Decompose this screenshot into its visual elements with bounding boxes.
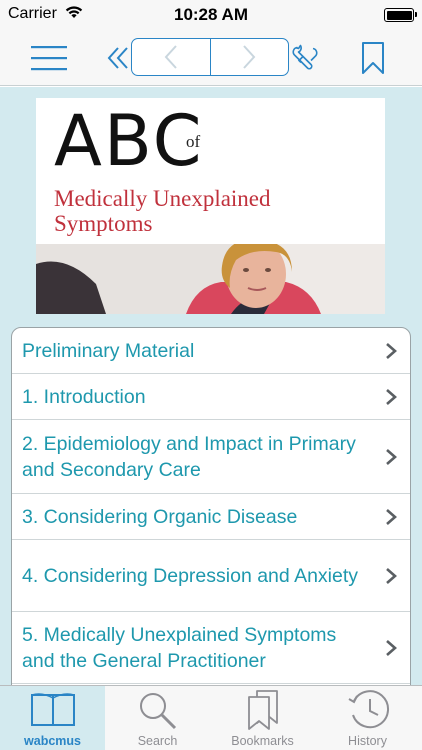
settings-button[interactable] [288, 38, 322, 78]
open-book-icon [0, 689, 105, 731]
wrench-icon [292, 44, 318, 70]
clock-history-icon [315, 689, 420, 731]
chevron-right-icon [386, 388, 397, 405]
chevron-right-icon [386, 448, 397, 465]
book-cover: ABC of Medically Unexplained Symptoms [36, 98, 385, 314]
toc-item-label: 2. Epidemiology and Impact in Primary an… [22, 432, 356, 481]
tab-label: Search [137, 734, 178, 748]
toc-item-label: 1. Introduction [22, 385, 146, 408]
back-to-start-button[interactable] [103, 38, 133, 78]
tab-search[interactable]: Search [105, 686, 210, 750]
top-toolbar [0, 30, 422, 86]
menu-button[interactable] [27, 38, 71, 78]
chevron-right-icon [386, 508, 397, 525]
bottom-tab-bar: wabcmus Search Bookmarks History [0, 685, 422, 750]
next-page-button[interactable] [209, 39, 289, 75]
tab-history[interactable]: History [315, 686, 420, 750]
bookmark-button[interactable] [356, 38, 390, 78]
toc-item-label: Preliminary Material [22, 339, 195, 362]
toc-item-label: 5. Medically Unexplained Symptoms and th… [22, 623, 337, 672]
toc-item-preliminary-material[interactable]: Preliminary Material [12, 328, 410, 374]
bookmark-icon [362, 42, 384, 74]
chevron-left-icon [164, 45, 177, 69]
cover-title: Medically Unexplained Symptoms [54, 186, 271, 236]
tab-label: History [348, 734, 387, 748]
double-chevron-left-icon [107, 47, 128, 69]
previous-page-button[interactable] [132, 39, 210, 75]
toc-item-label: 3. Considering Organic Disease [22, 505, 298, 528]
clock-time: 10:28 AM [173, 5, 248, 24]
battery-icon [384, 8, 417, 22]
tab-label: wabcmus [24, 734, 81, 748]
cover-photo [36, 239, 385, 314]
hamburger-menu-icon [31, 46, 67, 71]
cover-of-text: of [186, 132, 201, 151]
tab-label: Bookmarks [231, 734, 294, 748]
bookmarks-icon [210, 689, 315, 731]
status-bar: Carrier 10:28 AM [0, 0, 422, 30]
toc-item-introduction[interactable]: 1. Introduction [12, 374, 410, 420]
page-nav-segmented-control [131, 38, 289, 76]
magnifier-icon [105, 689, 210, 731]
toc-item-organic-disease[interactable]: 3. Considering Organic Disease [12, 494, 410, 540]
content-area: ABC of Medically Unexplained Symptoms Pr… [0, 87, 422, 685]
toc-item-depression-anxiety[interactable]: 4. Considering Depression and Anxiety [12, 540, 410, 612]
chevron-right-icon [386, 567, 397, 584]
chevron-right-icon [386, 639, 397, 656]
cover-abc-text: ABC [54, 100, 204, 182]
chevron-right-icon [386, 342, 397, 359]
toc-item-general-practitioner[interactable]: 5. Medically Unexplained Symptoms and th… [12, 612, 410, 684]
toc-item-epidemiology[interactable]: 2. Epidemiology and Impact in Primary an… [12, 420, 410, 494]
tab-wabcmus[interactable]: wabcmus [0, 686, 105, 750]
toc-item-label: 4. Considering Depression and Anxiety [22, 564, 359, 587]
table-of-contents: Preliminary Material 1. Introduction 2. … [11, 327, 411, 685]
chevron-right-icon [243, 45, 256, 69]
tab-bookmarks[interactable]: Bookmarks [210, 686, 315, 750]
